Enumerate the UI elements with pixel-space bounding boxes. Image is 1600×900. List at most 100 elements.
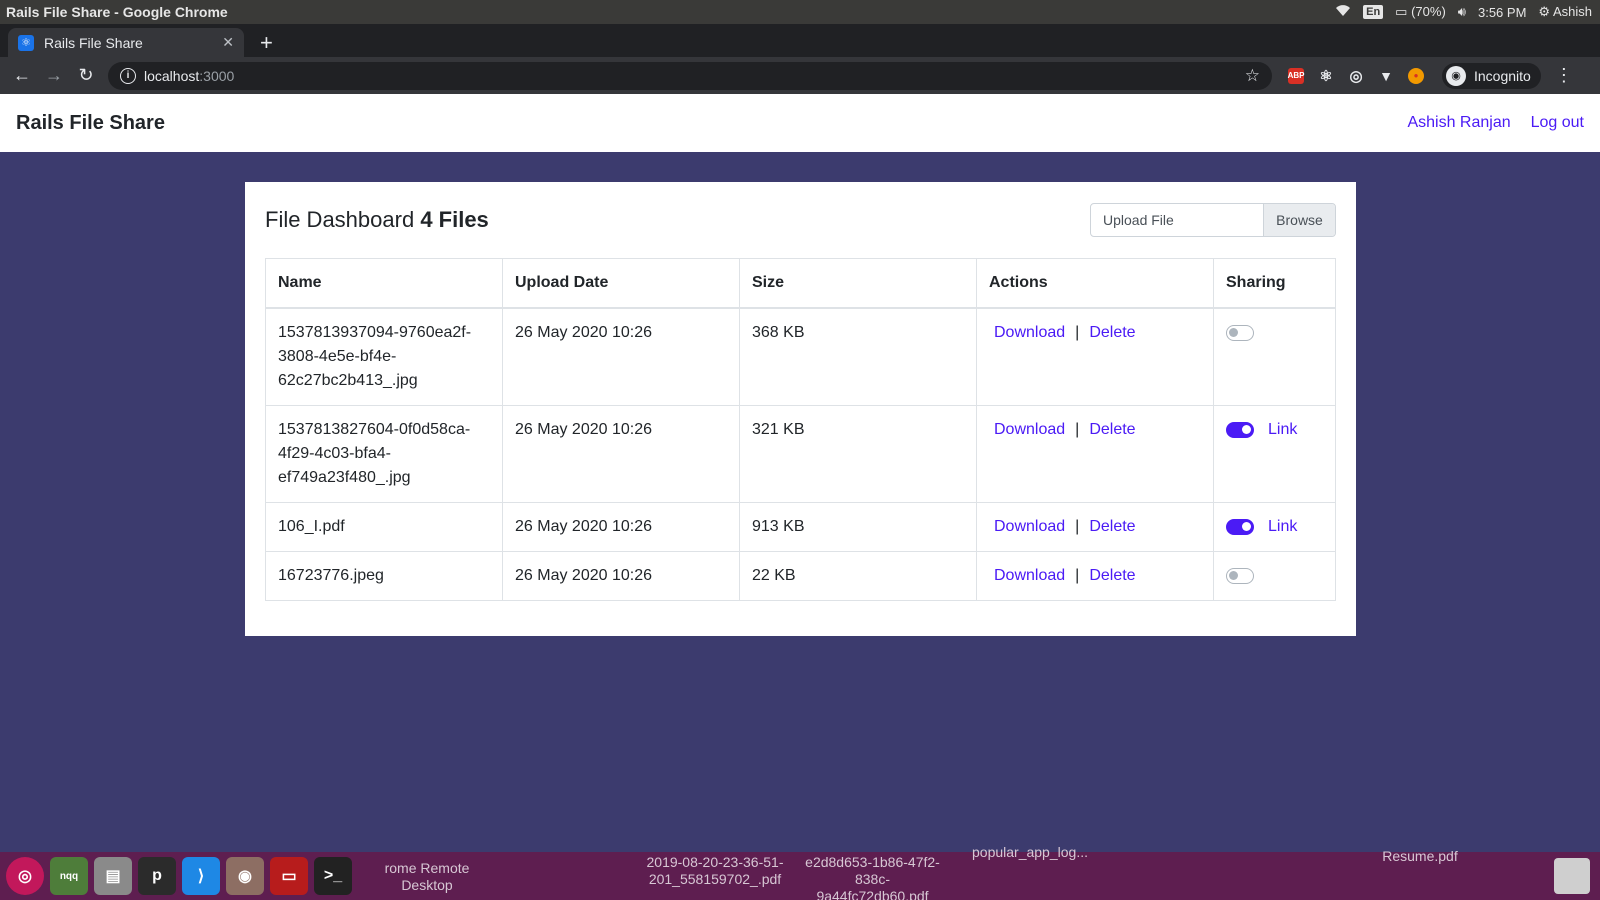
file-name-cell: 1537813827604-0f0d58ca-4f29-4c03-bfa4-ef…: [265, 405, 503, 503]
desktop-file[interactable]: rome Remote Desktop: [372, 860, 482, 894]
incognito-icon: ◉: [1446, 65, 1466, 86]
file-size-cell: 321 KB: [739, 405, 977, 503]
wifi-icon[interactable]: [1335, 4, 1351, 20]
action-separator: |: [1075, 518, 1080, 535]
file-name-cell: 106_I.pdf: [265, 502, 503, 552]
sharing-cell: Link: [1213, 502, 1336, 552]
download-link[interactable]: Download: [994, 421, 1065, 438]
download-link[interactable]: Download: [994, 324, 1065, 341]
app-navbar: Rails File Share Ashish Ranjan Log out: [0, 94, 1600, 152]
table-header-row: Name Upload Date Size Actions Sharing: [265, 258, 1336, 309]
brand-link[interactable]: Rails File Share: [16, 112, 165, 135]
sharing-toggle[interactable]: [1226, 519, 1254, 535]
actions-cell: Download | Delete: [976, 405, 1214, 503]
page-title: File Dashboard 4 Files: [265, 207, 489, 233]
vscode-icon[interactable]: ⟩: [182, 857, 220, 895]
file-manager-icon[interactable]: ▤: [94, 857, 132, 895]
browser-tab[interactable]: ⚛ Rails File Share ✕: [8, 28, 244, 57]
file-name-cell: 16723776.jpeg: [265, 551, 503, 601]
actions-cell: Download | Delete: [976, 307, 1214, 406]
target-icon[interactable]: ◎: [1348, 68, 1364, 85]
new-tab-button[interactable]: +: [260, 30, 273, 56]
sharing-toggle[interactable]: [1226, 422, 1254, 438]
user-profile-link[interactable]: Ashish Ranjan: [1407, 114, 1510, 132]
desktop-file[interactable]: popular_app_log...: [955, 844, 1105, 861]
action-separator: |: [1075, 421, 1080, 438]
browser-tab-strip: ⚛ Rails File Share ✕ +: [0, 24, 1600, 57]
file-size-cell: 368 KB: [739, 307, 977, 406]
action-separator: |: [1075, 567, 1080, 584]
extension-icons: ABP ⚛ ◎ ▼ ●: [1288, 67, 1424, 85]
keyboard-language-indicator[interactable]: En: [1363, 5, 1384, 19]
dashboard-title: File Dashboard: [265, 207, 415, 232]
adblock-plus-icon[interactable]: ABP: [1288, 67, 1304, 84]
back-arrow-icon[interactable]: ←: [6, 65, 38, 86]
desktop-file[interactable]: Resume.pdf: [1365, 848, 1475, 865]
files-table: Name Upload Date Size Actions Sharing 15…: [265, 258, 1336, 601]
file-dashboard-card: File Dashboard 4 Files Upload File Brows…: [245, 182, 1356, 636]
sharing-toggle[interactable]: [1226, 325, 1254, 341]
ubuntu-menu-icon[interactable]: ◎: [6, 857, 44, 895]
address-bar[interactable]: i localhost:3000 ☆: [108, 61, 1272, 90]
download-link[interactable]: Download: [994, 518, 1065, 535]
table-row: 16723776.jpeg 26 May 2020 10:26 22 KB Do…: [265, 551, 1336, 601]
navbar-links: Ashish Ranjan Log out: [1407, 114, 1584, 132]
sharing-toggle[interactable]: [1226, 568, 1254, 584]
close-icon[interactable]: ✕: [222, 34, 234, 51]
battery-percent: (70%): [1411, 4, 1446, 19]
file-name-cell: 1537813937094-9760ea2f-3808-4e5e-bf4e-62…: [265, 307, 503, 406]
notes-app-icon[interactable]: nqq: [50, 857, 88, 895]
reload-icon[interactable]: ↻: [70, 65, 102, 86]
action-separator: |: [1075, 324, 1080, 341]
postman-icon[interactable]: p: [138, 857, 176, 895]
delete-link[interactable]: Delete: [1089, 518, 1135, 535]
forward-arrow-icon[interactable]: →: [38, 65, 70, 86]
table-row: 106_I.pdf 26 May 2020 10:26 913 KB Downl…: [265, 502, 1336, 552]
chrome-icon[interactable]: ◉: [226, 857, 264, 895]
volume-icon[interactable]: 🔊︎: [1458, 4, 1466, 20]
file-upload-control[interactable]: Upload File Browse: [1090, 203, 1336, 237]
terminal-red-icon[interactable]: ▭: [270, 857, 308, 895]
window-title: Rails File Share - Google Chrome: [6, 4, 228, 20]
table-row: 1537813937094-9760ea2f-3808-4e5e-bf4e-62…: [265, 307, 1336, 406]
vue-devtools-icon[interactable]: ▼: [1378, 68, 1394, 84]
os-indicators: En ▭ (70%) 🔊︎ 3:56 PM ⚙ Ashish: [1335, 4, 1600, 20]
column-header-size: Size: [739, 258, 977, 309]
sharing-cell: Link: [1213, 405, 1336, 503]
clock[interactable]: 3:56 PM: [1478, 5, 1526, 20]
url-port: :3000: [199, 67, 235, 84]
info-icon[interactable]: i: [120, 67, 136, 84]
delete-link[interactable]: Delete: [1089, 324, 1135, 341]
table-row: 1537813827604-0f0d58ca-4f29-4c03-bfa4-ef…: [265, 405, 1336, 503]
download-link[interactable]: Download: [994, 567, 1065, 584]
file-size-cell: 22 KB: [739, 551, 977, 601]
upload-date-cell: 26 May 2020 10:26: [502, 307, 740, 406]
browser-toolbar: ← → ↻ i localhost:3000 ☆ ABP ⚛ ◎ ▼ ● ◉ I…: [0, 57, 1600, 94]
app-launcher: ◎ nqq ▤ p ⟩ ◉ ▭ >_: [0, 857, 352, 895]
share-link[interactable]: Link: [1268, 418, 1297, 442]
os-top-bar: Rails File Share - Google Chrome En ▭ (7…: [0, 0, 1600, 24]
react-favicon-icon: ⚛: [18, 34, 34, 51]
desktop-file[interactable]: 2019-08-20-23-36-51-201_558159702_.pdf: [640, 854, 790, 900]
incognito-badge[interactable]: ◉ Incognito: [1442, 62, 1541, 89]
file-size-cell: 913 KB: [739, 502, 977, 552]
bookmark-star-icon[interactable]: ☆: [1245, 66, 1260, 86]
share-link[interactable]: Link: [1268, 515, 1297, 539]
terminal-icon[interactable]: >_: [314, 857, 352, 895]
battery-indicator[interactable]: ▭ (70%): [1395, 4, 1446, 20]
upload-file-input[interactable]: Upload File: [1091, 204, 1263, 236]
logout-link[interactable]: Log out: [1531, 114, 1584, 132]
system-user-name: Ashish: [1552, 4, 1592, 19]
extension-face-icon[interactable]: ●: [1408, 67, 1424, 84]
delete-link[interactable]: Delete: [1089, 567, 1135, 584]
react-devtools-icon[interactable]: ⚛: [1318, 68, 1334, 85]
upload-date-cell: 26 May 2020 10:26: [502, 551, 740, 601]
actions-cell: Download | Delete: [976, 551, 1214, 601]
system-user-menu[interactable]: ⚙ Ashish: [1538, 4, 1592, 20]
desktop-file[interactable]: e2d8d653-1b86-47f2-838c-9a44fc72db60.pdf: [805, 854, 940, 900]
more-vertical-icon[interactable]: ⋮: [1555, 65, 1573, 86]
delete-link[interactable]: Delete: [1089, 421, 1135, 438]
trash-icon[interactable]: [1554, 858, 1590, 894]
browse-button[interactable]: Browse: [1263, 204, 1335, 236]
incognito-label: Incognito: [1474, 67, 1531, 84]
